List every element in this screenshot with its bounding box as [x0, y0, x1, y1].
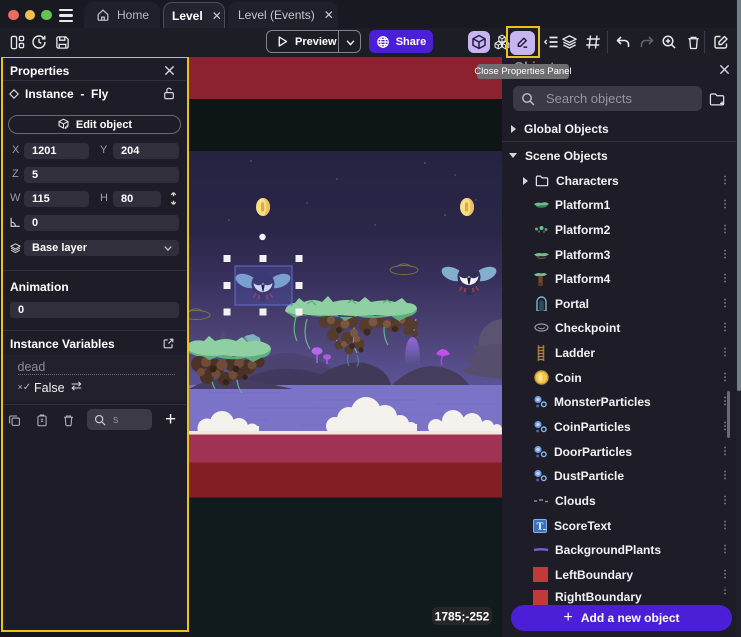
svg-text:1785;-252: 1785;-252: [435, 610, 490, 624]
svg-text:T: T: [537, 521, 544, 532]
